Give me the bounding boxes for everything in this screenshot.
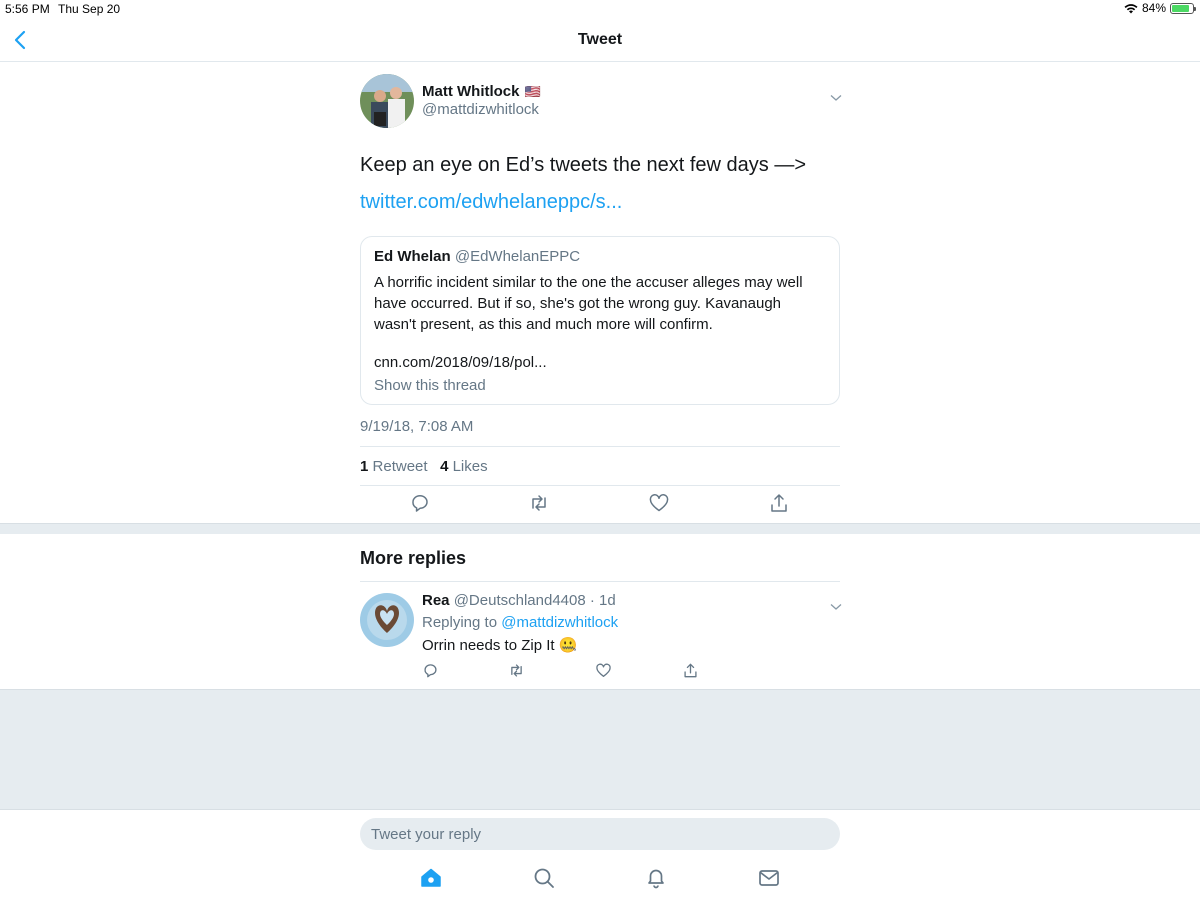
retweet-button[interactable]: [528, 492, 552, 516]
battery-percent: 84%: [1141, 1, 1166, 15]
reply-text: Orrin needs to Zip It 🤐: [422, 637, 578, 654]
tweet-actions: [360, 492, 840, 518]
replying-prefix: Replying to: [422, 614, 498, 631]
reply-like-button[interactable]: [595, 662, 613, 680]
retweets-stat[interactable]: 1 Retweet: [360, 458, 428, 475]
quoted-tweet-header: Ed Whelan @EdWhelanEPPC: [374, 248, 580, 265]
share-icon: [771, 494, 787, 512]
author-handle: @mattdizwhitlock: [422, 101, 539, 118]
reply-input[interactable]: [360, 818, 840, 850]
author-name-text: Matt Whitlock: [422, 83, 520, 100]
battery-icon: [1170, 2, 1196, 14]
messages-icon: [759, 870, 779, 886]
reply-age: 1d: [599, 592, 616, 609]
wifi-icon: [1124, 3, 1138, 13]
likes-stat[interactable]: 4 Likes: [440, 458, 488, 475]
tab-messages[interactable]: [757, 866, 781, 890]
author-avatar-image: [360, 74, 414, 128]
quoted-author-handle: @EdWhelanEPPC: [454, 248, 581, 265]
reply-icon: [424, 664, 437, 678]
chevron-down-icon: [830, 95, 842, 101]
tweet-link[interactable]: twitter.com/edwhelaneppc/s...: [360, 191, 622, 214]
reply-button[interactable]: [409, 492, 433, 516]
retweet-label: Retweet: [372, 458, 428, 475]
show-thread-link[interactable]: Show this thread: [374, 377, 486, 394]
tab-search[interactable]: [532, 866, 556, 890]
reply-retweet-button[interactable]: [508, 662, 526, 680]
divider: [360, 485, 840, 486]
reply-reply-button[interactable]: [422, 662, 440, 680]
divider: [360, 446, 840, 447]
reply-share-button[interactable]: [682, 662, 700, 680]
flag-icon: 🇺🇸: [524, 83, 541, 99]
reply-avatar-image: [360, 593, 414, 647]
tab-home[interactable]: [419, 866, 443, 890]
reply-menu-button[interactable]: [830, 598, 842, 616]
quoted-tweet[interactable]: Ed Whelan @EdWhelanEPPC A horrific incid…: [360, 236, 840, 405]
like-count: 4: [440, 458, 449, 475]
search-icon: [534, 868, 554, 888]
share-button[interactable]: [768, 492, 792, 516]
tweet-stats: 1 Retweet 4 Likes: [360, 458, 488, 475]
bottom-bar: [0, 809, 1200, 899]
author-name[interactable]: Matt Whitlock 🇺🇸: [422, 83, 541, 100]
reply-separator: ·: [589, 592, 595, 609]
status-right: 84%: [1124, 1, 1196, 15]
status-date: Thu Sep 20: [58, 2, 121, 16]
tab-notifications[interactable]: [644, 866, 668, 890]
replying-to: Replying to @mattdizwhitlock: [422, 614, 618, 631]
status-bar: 5:56 PM Thu Sep 20 84%: [0, 0, 1200, 18]
replying-to-link[interactable]: @mattdizwhitlock: [501, 614, 618, 631]
author-avatar[interactable]: [360, 74, 414, 128]
reply-author-name[interactable]: Rea: [422, 592, 450, 609]
reply-icon: [412, 494, 428, 512]
like-label: Likes: [452, 458, 488, 475]
retweet-count: 1: [360, 458, 369, 475]
nav-bar: Tweet: [0, 18, 1200, 62]
like-icon: [649, 494, 669, 512]
section-separator: [0, 523, 1200, 534]
empty-area: [0, 689, 1200, 809]
like-icon: [596, 663, 611, 677]
tweet-menu-button[interactable]: [830, 89, 842, 107]
chevron-down-icon: [830, 604, 842, 610]
reply-actions: [422, 662, 722, 682]
reply-avatar[interactable]: [360, 593, 414, 647]
share-icon: [684, 663, 697, 678]
reply-item[interactable]: Rea @Deutschland4408 · 1d Replying to @m…: [360, 582, 842, 688]
tweet-timestamp: 9/19/18, 7:08 AM: [360, 418, 474, 435]
tweet-text: Keep an eye on Ed’s tweets the next few …: [360, 154, 807, 176]
status-time: 5:56 PM: [5, 2, 50, 16]
reply-author-handle: @Deutschland4408: [453, 592, 586, 609]
more-replies-heading: More replies: [360, 548, 467, 568]
reply-header: Rea @Deutschland4408 · 1d: [422, 592, 616, 609]
quoted-tweet-url: cnn.com/2018/09/18/pol...: [374, 354, 547, 371]
retweet-icon: [532, 495, 546, 511]
retweet-icon: [511, 664, 522, 677]
quoted-author-name: Ed Whelan: [374, 248, 451, 265]
page-title: Tweet: [577, 31, 623, 48]
notifications-icon: [648, 869, 664, 889]
like-button[interactable]: [648, 492, 672, 516]
home-icon: [421, 868, 441, 887]
quoted-tweet-text: A horrific incident similar to the one t…: [374, 274, 803, 333]
